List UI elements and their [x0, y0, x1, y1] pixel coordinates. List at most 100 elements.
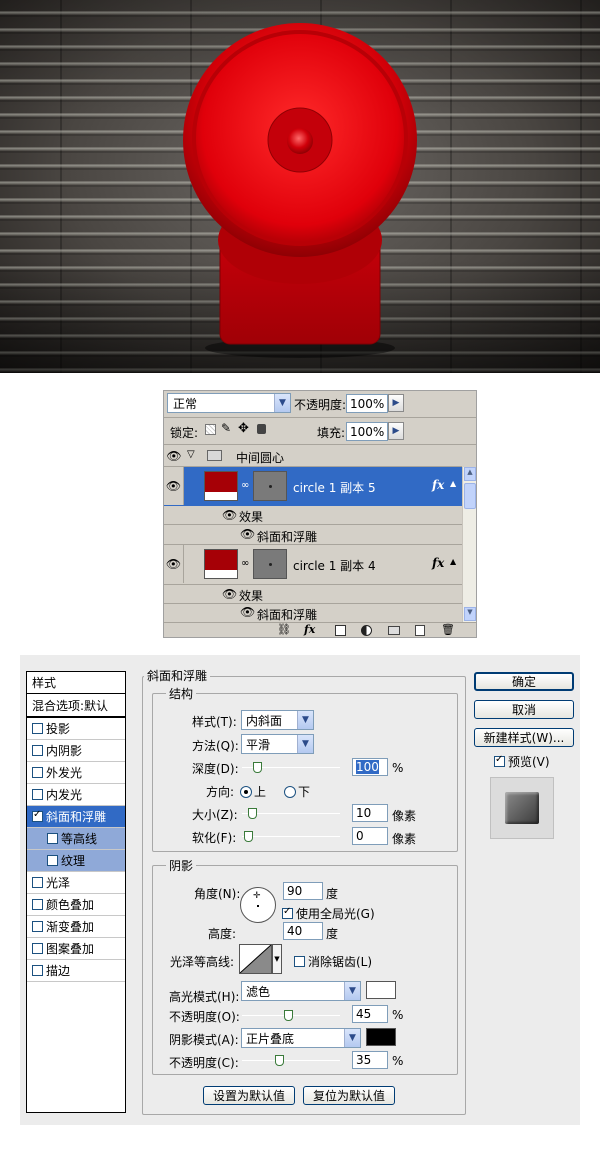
bevel-style-select[interactable]: 内斜面 ▼ [241, 710, 314, 730]
shadow-opacity-slider[interactable] [242, 1055, 340, 1066]
checkbox-icon[interactable] [32, 943, 43, 954]
fill-input[interactable]: 100% [346, 422, 388, 441]
blend-mode-select[interactable]: 正常 ▼ [167, 393, 291, 413]
highlight-color-swatch[interactable] [366, 981, 396, 999]
chevron-down-icon[interactable]: ▼ [344, 1029, 360, 1047]
chevron-down-icon[interactable]: ▼ [297, 735, 313, 753]
checkbox-checked-icon[interactable] [494, 754, 505, 767]
highlight-opacity-slider[interactable] [242, 1010, 340, 1021]
size-input[interactable]: 10 [352, 804, 388, 822]
radio-icon[interactable] [284, 786, 296, 798]
direction-up-radio[interactable]: 上 [240, 783, 266, 800]
new-layer-icon[interactable] [415, 625, 425, 636]
preview-checkbox[interactable]: 预览(V) [494, 753, 550, 770]
shadow-opacity-input[interactable]: 35 [352, 1051, 388, 1069]
visibility-eye-icon[interactable]: 👁 [164, 545, 184, 583]
style-item[interactable]: 内阴影 [27, 740, 125, 762]
checkbox-checked-icon[interactable] [282, 906, 293, 919]
checkbox-icon[interactable] [32, 877, 43, 888]
link-layers-icon[interactable]: ⛓ [277, 623, 291, 636]
shadow-mode-select[interactable]: 正片叠底 ▼ [241, 1028, 361, 1048]
angle-dial[interactable]: ✛ [240, 887, 276, 923]
add-mask-icon[interactable] [335, 625, 346, 636]
visibility-eye-icon[interactable]: 👁 [240, 527, 255, 541]
highlight-opacity-input[interactable]: 45 [352, 1005, 388, 1023]
layer-group-row[interactable]: 👁 ▽ 中间圆心 [164, 445, 462, 467]
shadow-opacity-knob[interactable] [275, 1055, 285, 1066]
style-item[interactable]: 投影 [27, 718, 125, 740]
lock-position-move-icon[interactable]: ✥ [238, 421, 249, 436]
anti-aliased-checkbox[interactable]: 消除锯齿(L) [294, 953, 372, 970]
scroll-thumb[interactable] [464, 483, 476, 509]
chevron-down-icon[interactable]: ▼ [344, 982, 360, 1000]
checkbox-icon[interactable] [32, 899, 43, 910]
highlight-opacity-knob[interactable] [284, 1010, 294, 1021]
checkbox-icon[interactable] [32, 965, 43, 976]
opacity-arrow-icon[interactable]: ▶ [388, 394, 404, 412]
opacity-input[interactable]: 100% [346, 394, 388, 413]
adjustment-layer-icon[interactable] [361, 625, 372, 636]
visibility-eye-icon[interactable]: 👁 [164, 445, 184, 466]
style-item[interactable]: 纹理 [27, 850, 125, 872]
expand-arrow-icon[interactable]: ▲ [450, 479, 456, 488]
direction-down-radio[interactable]: 下 [284, 783, 310, 800]
chevron-down-icon[interactable]: ▼ [274, 394, 290, 412]
lock-paint-brush-icon[interactable]: ✎ [221, 421, 231, 435]
style-item[interactable]: 等高线 [27, 828, 125, 850]
size-slider-knob[interactable] [248, 808, 258, 819]
effect-bevel-row[interactable]: 👁 斜面和浮雕 [164, 525, 462, 545]
style-item[interactable]: 外发光 [27, 762, 125, 784]
altitude-input[interactable]: 40 [283, 922, 323, 940]
depth-input[interactable]: 100 [352, 758, 388, 776]
style-item[interactable]: 光泽 [27, 872, 125, 894]
style-item[interactable]: 颜色叠加 [27, 894, 125, 916]
layer-row-selected[interactable]: 👁 ∞ circle 1 副本 5 fx ▲ [164, 467, 462, 506]
checkbox-icon[interactable] [32, 789, 43, 800]
make-default-button[interactable]: 设置为默认值 [203, 1086, 295, 1105]
technique-select[interactable]: 平滑 ▼ [241, 734, 314, 754]
depth-slider-knob[interactable] [252, 762, 262, 773]
angle-input[interactable]: 90 [283, 882, 323, 900]
layers-scrollbar[interactable]: ▲ ▼ [462, 467, 476, 622]
new-group-folder-icon[interactable] [388, 626, 400, 635]
gloss-contour-preview[interactable] [239, 944, 272, 974]
chevron-down-icon[interactable]: ▼ [297, 711, 313, 729]
style-item[interactable]: 斜面和浮雕 [27, 806, 125, 828]
fill-arrow-icon[interactable]: ▶ [388, 422, 404, 440]
add-style-fx-icon[interactable]: fx [304, 623, 315, 636]
style-item[interactable]: 图案叠加 [27, 938, 125, 960]
radio-selected-icon[interactable] [240, 786, 252, 798]
global-light-checkbox[interactable]: 使用全局光(G) [282, 905, 375, 922]
soften-slider-knob[interactable] [244, 831, 253, 842]
trash-delete-icon[interactable]: 🗑 [441, 623, 455, 636]
highlight-mode-select[interactable]: 滤色 ▼ [241, 981, 361, 1001]
checkbox-icon[interactable] [47, 855, 58, 866]
soften-slider[interactable] [242, 831, 340, 842]
layer-row[interactable]: 👁 ∞ circle 1 副本 4 fx ▲ [164, 545, 462, 585]
visibility-eye-icon[interactable]: 👁 [164, 467, 184, 505]
reset-default-button[interactable]: 复位为默认值 [303, 1086, 395, 1105]
checkbox-icon[interactable] [32, 723, 43, 734]
visibility-eye-icon[interactable]: 👁 [240, 605, 255, 619]
scroll-down-arrow-icon[interactable]: ▼ [464, 607, 476, 621]
cancel-button[interactable]: 取消 [474, 700, 574, 719]
style-item[interactable]: 渐变叠加 [27, 916, 125, 938]
effect-bevel-row[interactable]: 👁 斜面和浮雕 [164, 604, 462, 622]
checkbox-icon[interactable] [47, 833, 58, 844]
size-slider[interactable] [242, 808, 340, 819]
expand-arrow-icon[interactable]: ▲ [450, 557, 456, 566]
checkbox-icon[interactable] [32, 921, 43, 932]
contour-dropdown-arrow-icon[interactable]: ▼ [272, 944, 282, 974]
visibility-eye-icon[interactable]: 👁 [222, 587, 237, 601]
visibility-eye-icon[interactable]: 👁 [222, 508, 237, 522]
styles-header[interactable]: 样式 [27, 672, 125, 694]
scroll-up-arrow-icon[interactable]: ▲ [464, 467, 476, 481]
effects-row[interactable]: 👁 效果 [164, 585, 462, 604]
shadow-color-swatch[interactable] [366, 1028, 396, 1046]
checkbox-icon[interactable] [294, 956, 305, 967]
checkbox-checked-icon[interactable] [32, 809, 43, 822]
expand-triangle-icon[interactable]: ▽ [187, 449, 195, 460]
checkbox-icon[interactable] [32, 767, 43, 778]
blend-options-item[interactable]: 混合选项:默认 [27, 694, 125, 718]
ok-button[interactable]: 确定 [474, 672, 574, 691]
